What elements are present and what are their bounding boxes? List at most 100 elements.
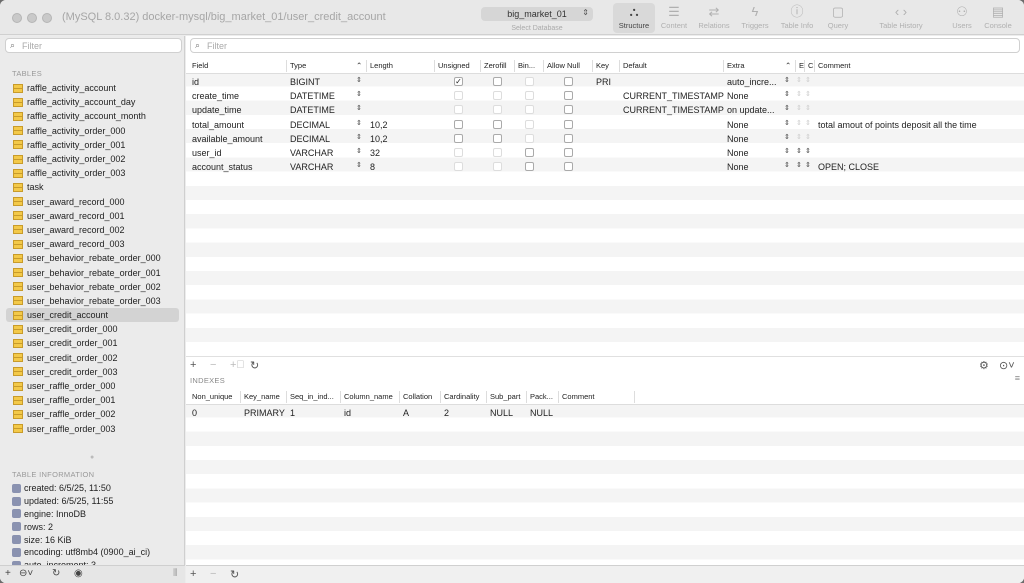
index-column-header[interactable]: Seq_in_ind... (290, 392, 334, 401)
sort-arrow-icon[interactable]: ⌃ (785, 61, 791, 70)
table-list-item[interactable]: user_raffle_order_001 (6, 393, 179, 407)
index-column-header[interactable]: Column_name (344, 392, 393, 401)
toolbar-query-button[interactable]: ▢ Query (817, 3, 859, 33)
field-extra[interactable]: None (727, 162, 749, 172)
table-actions-menu-button[interactable]: ⊖˅ (19, 568, 33, 579)
field-extra[interactable]: on update... (727, 105, 775, 115)
table-list-item[interactable]: user_award_record_003 (6, 237, 179, 251)
column-header[interactable]: Unsigned (438, 61, 470, 70)
chevron-updown-icon[interactable]: ⇕ (784, 162, 790, 169)
refresh-icon[interactable]: ↻ (52, 568, 60, 579)
collation-updown-icon[interactable]: ⇕ (805, 162, 811, 169)
add-index-button[interactable]: + (190, 568, 196, 580)
refresh-icon[interactable]: ↻ (230, 568, 239, 581)
chevron-updown-icon[interactable]: ⇕ (784, 148, 790, 155)
allow-null-checkbox[interactable] (564, 133, 573, 143)
table-list-item[interactable]: raffle_activity_order_000 (6, 124, 179, 138)
field-name[interactable]: account_status (192, 162, 253, 172)
index-column-header[interactable]: Cardinality (444, 392, 479, 401)
chevron-updown-icon[interactable]: ⇕ (356, 162, 362, 169)
gear-icon[interactable]: ⚙ (979, 359, 989, 372)
chevron-updown-icon[interactable]: ⇕ (784, 120, 790, 127)
toolbar-console-button[interactable]: ▤ Console (977, 3, 1019, 33)
refresh-icon[interactable]: ↻ (250, 359, 259, 372)
sort-arrow-icon[interactable]: ⌃ (356, 61, 362, 70)
table-list-item[interactable]: user_award_record_001 (6, 209, 179, 223)
chevron-updown-icon[interactable]: ⇕ (784, 91, 790, 98)
column-header[interactable]: Field (192, 61, 208, 70)
chevron-updown-icon[interactable]: ⇕ (784, 105, 790, 112)
structure-filter[interactable]: ⌕ (190, 38, 1020, 53)
field-length[interactable]: 10,2 (370, 120, 388, 130)
allow-null-checkbox[interactable] (564, 91, 573, 101)
chevron-updown-icon[interactable]: ⇕ (356, 105, 362, 112)
zerofill-checkbox[interactable] (493, 162, 502, 172)
encoding-updown-icon[interactable]: ⇕ (796, 120, 802, 127)
field-default[interactable]: CURRENT_TIMESTAMP (623, 91, 724, 101)
chevron-updown-icon[interactable]: ⇕ (356, 134, 362, 141)
field-name[interactable]: create_time (192, 91, 239, 101)
table-list-item[interactable]: user_behavior_rebate_order_003 (6, 294, 179, 308)
table-list-item[interactable]: raffle_activity_account_day (6, 95, 179, 109)
table-list-item[interactable]: user_award_record_002 (6, 223, 179, 237)
field-comment[interactable]: OPEN; CLOSE (818, 162, 879, 172)
encoding-updown-icon[interactable]: ⇕ (796, 134, 802, 141)
allow-null-checkbox[interactable] (564, 77, 573, 86)
index-column-header[interactable]: Collation (403, 392, 432, 401)
column-header[interactable]: Extra (727, 61, 745, 70)
collation-updown-icon[interactable]: ⇕ (805, 77, 811, 84)
field-length[interactable]: 8 (370, 162, 375, 172)
chevron-updown-icon[interactable]: ⇕ (356, 77, 362, 84)
structure-filter-input[interactable] (207, 40, 357, 52)
table-list-item[interactable]: user_behavior_rebate_order_000 (6, 251, 179, 265)
column-header[interactable]: Zerofill (484, 61, 507, 70)
indexes-menu-icon[interactable]: ≡ (1015, 373, 1020, 383)
table-list-item[interactable]: user_credit_order_000 (6, 322, 179, 336)
binary-checkbox[interactable] (525, 77, 534, 86)
table-list-item[interactable]: user_behavior_rebate_order_001 (6, 265, 179, 279)
field-comment[interactable]: total amout of points deposit all the ti… (818, 120, 977, 130)
column-header[interactable]: Key (596, 61, 609, 70)
resize-handle[interactable]: ⦀ (173, 568, 177, 579)
zerofill-checkbox[interactable] (493, 91, 502, 101)
close-window-button[interactable] (12, 13, 22, 23)
field-name[interactable]: update_time (192, 105, 242, 115)
unsigned-checkbox[interactable] (454, 162, 463, 172)
table-list-item[interactable]: raffle_activity_account_month (6, 109, 179, 123)
field-length[interactable]: 10,2 (370, 134, 388, 144)
field-name[interactable]: id (192, 77, 199, 87)
database-select[interactable]: big_market_01 ⇕ (481, 7, 593, 21)
encoding-updown-icon[interactable]: ⇕ (796, 91, 802, 98)
table-list-item[interactable]: raffle_activity_account (6, 81, 179, 95)
chevron-updown-icon[interactable]: ⇕ (784, 77, 790, 84)
collation-updown-icon[interactable]: ⇕ (805, 91, 811, 98)
table-list-item[interactable]: user_award_record_000 (6, 195, 179, 209)
table-list-item[interactable]: user_credit_order_001 (6, 336, 179, 350)
field-name[interactable]: total_amount (192, 120, 244, 130)
field-extra[interactable]: None (727, 134, 749, 144)
index-column-header[interactable]: Key_name (244, 392, 280, 401)
column-header[interactable]: C (808, 61, 813, 70)
collation-updown-icon[interactable]: ⇕ (805, 105, 811, 112)
field-extra[interactable]: auto_incre... (727, 77, 777, 87)
field-default[interactable]: CURRENT_TIMESTAMP (623, 105, 724, 115)
duplicate-field-button[interactable]: +⃞ (230, 359, 245, 371)
index-column-header[interactable]: Non_unique (192, 392, 232, 401)
zerofill-checkbox[interactable] (493, 119, 502, 129)
encoding-updown-icon[interactable]: ⇕ (796, 162, 802, 169)
splitter-handle[interactable]: ● (90, 454, 94, 461)
chevron-updown-icon[interactable]: ⇕ (784, 134, 790, 141)
unsigned-checkbox[interactable] (454, 119, 463, 129)
sidebar-filter[interactable]: ⌕ (5, 38, 182, 53)
unsigned-checkbox[interactable] (454, 105, 463, 115)
field-name[interactable]: user_id (192, 148, 222, 158)
zerofill-checkbox[interactable] (493, 148, 502, 157)
index-row[interactable]: 0 PRIMARY 1 id A 2 NULL NULL (186, 406, 1024, 420)
binary-checkbox[interactable] (525, 133, 534, 143)
field-name[interactable]: available_amount (192, 134, 263, 144)
zerofill-checkbox[interactable] (493, 77, 502, 86)
field-row[interactable]: create_time DATETIME ⇕ CURRENT_TIMESTAMP Non… (186, 89, 1024, 103)
field-key[interactable]: PRI (596, 77, 611, 87)
table-list-item[interactable]: user_raffle_order_000 (6, 379, 179, 393)
allow-null-checkbox[interactable] (564, 162, 573, 172)
